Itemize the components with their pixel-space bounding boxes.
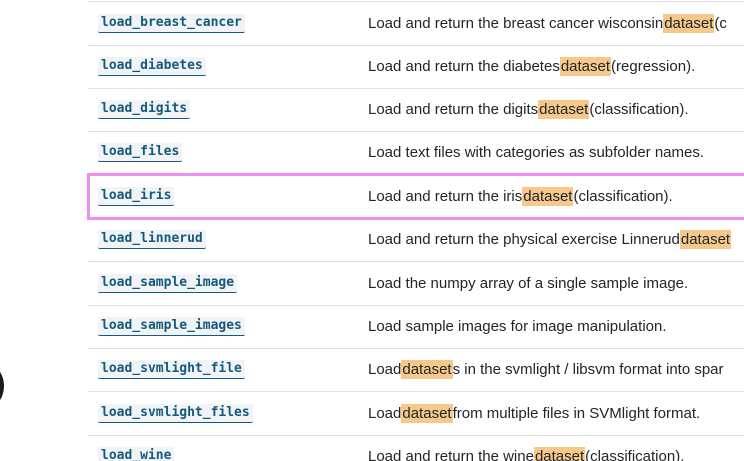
function-link-load-files[interactable]: load_files (98, 143, 183, 162)
function-link-load-iris[interactable]: load_iris (98, 187, 175, 206)
description-text-tail: (classification). (585, 448, 685, 461)
description-text: Load and return the diabetes (368, 58, 560, 75)
description-cell: Load and return the iris dataset (classi… (368, 175, 673, 218)
function-link-load-digits[interactable]: load_digits (98, 100, 191, 119)
function-cell: load_breast_cancer (98, 2, 245, 45)
function-cell: load_digits (98, 88, 191, 131)
table-row: load_digits Load and return the digits d… (88, 88, 744, 132)
description-cell: Load sample images for image manipulatio… (368, 305, 667, 348)
floating-button-edge[interactable] (0, 364, 4, 408)
description-text-tail: (classification). (589, 101, 689, 118)
function-cell: load_linnerud (98, 218, 206, 261)
function-link-load-diabetes[interactable]: load_diabetes (98, 57, 206, 76)
function-cell: load_sample_image (98, 262, 238, 305)
table-row: load_sample_images Load sample images fo… (88, 305, 744, 349)
table-row: load_svmlight_files Load dataset from mu… (88, 392, 744, 436)
table-row: load_svmlight_file Load dataset s in the … (88, 348, 744, 392)
description-text-tail: s in the svmlight / libsvm format into s… (452, 361, 724, 378)
search-highlight: dataset (559, 57, 612, 76)
description-text: Load the numpy array of a single sample … (368, 275, 689, 292)
search-highlight: dataset (538, 100, 590, 119)
function-link-load-breast-cancer[interactable]: load_breast_cancer (98, 14, 245, 33)
search-highlight: dataset (401, 404, 453, 423)
description-text-tail: from multiple files in SVMlight format. (452, 405, 701, 422)
search-highlight: dataset (401, 360, 453, 379)
function-cell: load_wine (98, 435, 175, 461)
search-highlight: dataset (533, 447, 586, 461)
description-text-tail: (regression). (611, 58, 696, 75)
search-highlight: dataset (679, 230, 732, 249)
table-row: load_sample_image Load the numpy array o… (88, 262, 744, 306)
description-cell: Load and return the digits dataset (clas… (368, 88, 689, 131)
description-text-tail: (classification). (573, 188, 673, 205)
table-row-selected: load_iris Load and return the iris datas… (88, 175, 744, 219)
description-text: Load and return the breast cancer wiscon… (368, 15, 664, 32)
description-text: Load (368, 361, 402, 378)
description-cell: Load dataset s in the svmlight / libsvm f… (368, 348, 724, 391)
search-highlight: dataset (522, 187, 574, 206)
description-cell: Load and return the wine dataset (classi… (368, 435, 684, 461)
function-cell: load_diabetes (98, 45, 206, 88)
description-text: Load and return the digits (368, 101, 539, 118)
table-row: load_files Load text files with categori… (88, 131, 744, 175)
function-cell: load_svmlight_files (98, 392, 253, 435)
function-link-load-linnerud[interactable]: load_linnerud (98, 230, 206, 249)
function-cell: load_svmlight_file (98, 348, 245, 391)
table-row: load_linnerud Load and return the physic… (88, 218, 744, 262)
function-link-load-wine[interactable]: load_wine (98, 447, 175, 461)
table-row: load_diabetes Load and return the diabet… (88, 45, 744, 89)
function-link-load-sample-images[interactable]: load_sample_images (98, 317, 245, 336)
description-cell: Load text files with categories as subfo… (368, 131, 704, 174)
description-text: Load text files with categories as subfo… (368, 144, 705, 161)
description-text: Load and return the physical exercise Li… (368, 231, 680, 248)
description-text-tail: (c (714, 15, 727, 32)
search-highlight: dataset (663, 14, 715, 33)
description-cell: Load and return the physical exercise Li… (368, 218, 732, 261)
function-link-load-svmlight-file[interactable]: load_svmlight_file (98, 360, 245, 379)
description-cell: Load the numpy array of a single sample … (368, 262, 688, 305)
page: load_breast_cancer Load and return the b… (0, 0, 744, 461)
function-cell: load_iris (98, 175, 175, 218)
description-text: Load sample images for image manipulatio… (368, 318, 667, 335)
function-cell: load_sample_images (98, 305, 245, 348)
function-link-load-sample-image[interactable]: load_sample_image (98, 274, 238, 293)
description-text: Load (368, 405, 402, 422)
function-link-load-svmlight-files[interactable]: load_svmlight_files (98, 404, 253, 423)
function-cell: load_files (98, 131, 183, 174)
table-row: load_breast_cancer Load and return the b… (88, 1, 744, 46)
description-cell: Load and return the breast cancer wiscon… (368, 2, 727, 45)
table-row: load_wine Load and return the wine datas… (88, 435, 744, 461)
description-text: Load and return the wine (368, 448, 534, 461)
description-cell: Load and return the diabetes dataset (re… (368, 45, 695, 88)
description-text: Load and return the iris (368, 188, 523, 205)
description-cell: Load dataset from multiple files in SVMl… (368, 392, 700, 435)
